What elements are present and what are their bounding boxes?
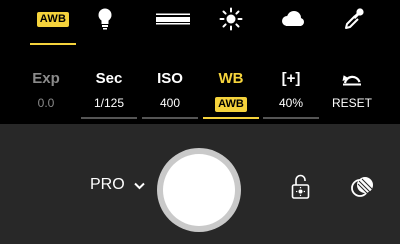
white-balance-presets: AWB — [0, 0, 400, 46]
chevron-down-icon — [133, 182, 145, 190]
camera-mode-label: PRO — [90, 176, 125, 193]
white-balance-value-wrap: AWB — [203, 96, 259, 112]
wb-selected-indicator — [30, 43, 76, 45]
iso-label: ISO — [157, 70, 183, 87]
unlock-icon — [291, 174, 310, 199]
wb-preset-fluorescent[interactable] — [151, 6, 195, 32]
setting-white-balance[interactable]: WB AWB — [203, 66, 259, 122]
sun-icon — [219, 7, 243, 31]
bulb-icon — [98, 8, 112, 30]
cloud-icon — [282, 11, 304, 26]
wb-preset-custom[interactable] — [332, 6, 376, 32]
fluorescent-icon — [156, 13, 190, 25]
reset-icon — [342, 75, 361, 86]
reset-label: RESET — [331, 96, 372, 110]
exposure-value: 0.0 — [37, 96, 55, 110]
shutter-button[interactable] — [157, 148, 241, 232]
shutter-button-inner — [163, 154, 235, 226]
reset-icon-wrap — [324, 70, 380, 90]
focus-value: 40% — [278, 96, 304, 110]
shutter-speed-value: 1/125 — [93, 96, 125, 110]
switch-camera-button[interactable] — [350, 175, 376, 199]
exposure-label: Exp — [32, 70, 60, 87]
iso-value: 400 — [159, 96, 181, 110]
setting-shutter-speed[interactable]: Sec 1/125 — [81, 66, 137, 122]
white-balance-label: WB — [218, 70, 244, 87]
focus-label: [+] — [281, 70, 301, 87]
wb-preset-awb[interactable]: AWB — [31, 6, 75, 32]
setting-focus[interactable]: [+] 40% — [263, 66, 319, 122]
white-balance-indicator — [203, 117, 259, 119]
wb-preset-daylight[interactable] — [209, 6, 253, 32]
setting-exposure[interactable]: Exp 0.0 — [18, 66, 74, 122]
wb-preset-incandescent[interactable] — [83, 6, 127, 32]
setting-iso[interactable]: ISO 400 — [142, 66, 198, 122]
lens-filter-icon — [351, 177, 373, 197]
camera-mode-selector[interactable]: PRO — [90, 176, 145, 194]
exposure-lock-button[interactable] — [290, 174, 312, 200]
shutter-speed-indicator — [81, 117, 137, 119]
wb-preset-cloudy[interactable] — [270, 6, 314, 32]
reset-button[interactable]: RESET — [324, 66, 380, 122]
eyedropper-icon — [345, 8, 364, 29]
pro-settings-row: Exp 0.0 Sec 1/125 ISO 400 WB AWB [+] 40%… — [0, 66, 400, 122]
awb-icon: AWB — [36, 11, 70, 27]
white-balance-value: AWB — [215, 97, 247, 112]
iso-indicator — [142, 117, 198, 119]
shutter-speed-label: Sec — [95, 70, 123, 87]
focus-indicator — [263, 117, 319, 119]
